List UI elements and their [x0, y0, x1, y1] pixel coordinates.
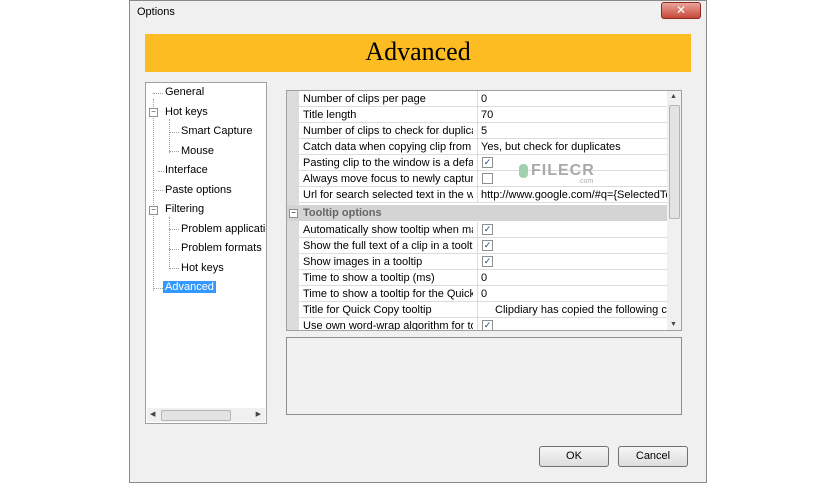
property-checkbox[interactable]: ✓	[482, 320, 493, 330]
property-value[interactable]: 0	[481, 272, 667, 284]
property-checkbox[interactable]: ✓	[482, 256, 493, 267]
property-checkbox[interactable]: ✓	[482, 240, 493, 251]
hot-keys-expander[interactable]: −	[149, 108, 158, 117]
check-icon: ✓	[483, 157, 492, 167]
property-value[interactable]: 70	[481, 109, 667, 121]
options-window: Options ✕ Advanced − − General Hot keys …	[129, 0, 707, 483]
property-row[interactable]: Title length 70	[299, 107, 668, 123]
close-icon: ✕	[675, 3, 687, 17]
tree-horizontal-scrollbar[interactable]: ◀ ▶	[147, 408, 265, 422]
tree-item-interface[interactable]: Interface	[165, 164, 208, 176]
filtering-expander[interactable]: −	[149, 206, 158, 215]
scroll-down-icon[interactable]: ▼	[670, 321, 677, 328]
property-row[interactable]: Show images in a tooltip ✓	[299, 254, 668, 270]
tree-item-problem-applications[interactable]: Problem applications	[181, 223, 266, 235]
tree-item-advanced[interactable]: Advanced	[163, 281, 216, 293]
cancel-button[interactable]: Cancel	[618, 446, 688, 467]
property-checkbox[interactable]: ✓	[482, 224, 493, 235]
property-row[interactable]: Title for Quick Copy tooltip Clipdiary h…	[299, 302, 678, 318]
property-row[interactable]: Always move focus to newly captured clip	[299, 171, 668, 187]
tree-item-mouse[interactable]: Mouse	[181, 145, 214, 157]
property-value[interactable]: http://www.google.com/#q={SelectedText}	[481, 189, 667, 201]
ok-button[interactable]: OK	[539, 446, 609, 467]
window-title: Options	[137, 6, 175, 18]
property-row[interactable]: Pasting clip to the window is a default …	[299, 155, 668, 171]
property-row[interactable]: Automatically show tooltip when main win…	[299, 222, 668, 238]
tree-item-problem-formats[interactable]: Problem formats	[181, 242, 262, 254]
tree-item-filter-hot-keys[interactable]: Hot keys	[181, 262, 224, 274]
tree-item-general[interactable]: General	[165, 86, 204, 98]
grid-scroll-thumb[interactable]	[669, 105, 680, 219]
scroll-right-icon[interactable]: ▶	[256, 410, 261, 418]
property-row[interactable]: Show the full text of a clip in a toolti…	[299, 238, 668, 254]
watermark: FILECR .com	[519, 158, 599, 188]
property-grid[interactable]: Number of clips per page 0 Title length …	[286, 90, 682, 331]
grid-vertical-scrollbar[interactable]: ▲ ▼	[667, 91, 681, 330]
category-tooltip-options[interactable]: − Tooltip options	[287, 205, 668, 221]
tree-scroll-thumb[interactable]	[161, 410, 231, 421]
property-row[interactable]: Number of clips to check for duplicate 5	[299, 123, 668, 139]
check-icon: ✓	[483, 256, 492, 266]
property-value[interactable]: Clipdiary has copied the following clip	[495, 304, 681, 316]
tree-item-smart-capture[interactable]: Smart Capture	[181, 125, 253, 137]
property-value[interactable]: 5	[481, 125, 667, 137]
scroll-up-icon[interactable]: ▲	[670, 93, 677, 100]
check-icon: ✓	[483, 240, 492, 250]
category-label: Tooltip options	[303, 207, 382, 219]
close-button[interactable]: ✕	[661, 2, 701, 19]
property-row[interactable]: Catch data when copying clip from Clipdi…	[299, 139, 668, 155]
property-value[interactable]: 0	[481, 288, 667, 300]
watermark-suffix: .com	[578, 178, 594, 185]
scroll-left-icon[interactable]: ◀	[150, 410, 155, 418]
property-row[interactable]: Number of clips per page 0	[299, 91, 668, 107]
tree-item-hot-keys[interactable]: Hot keys	[165, 106, 208, 118]
property-row[interactable]: Time to show a tooltip (ms) 0	[299, 270, 668, 286]
tree-item-paste-options[interactable]: Paste options	[165, 184, 232, 196]
tree-item-filtering[interactable]: Filtering	[165, 203, 204, 215]
watermark-logo-icon	[519, 164, 528, 178]
section-banner: Advanced	[145, 34, 691, 72]
property-value[interactable]: 0	[481, 93, 667, 105]
property-checkbox[interactable]: ✓	[482, 157, 493, 168]
collapse-icon[interactable]: −	[289, 209, 298, 218]
section-title: Advanced	[365, 37, 471, 66]
check-icon: ✓	[483, 320, 492, 330]
property-checkbox[interactable]	[482, 173, 493, 184]
check-icon: ✓	[483, 224, 492, 234]
property-row[interactable]: Time to show a tooltip for the Quick Cop…	[299, 286, 668, 302]
property-row[interactable]: Use own word-wrap algorithm for tooltips…	[299, 318, 668, 330]
description-panel	[286, 337, 682, 415]
property-row[interactable]: Url for search selected text in the web …	[299, 187, 668, 203]
property-value[interactable]: Yes, but check for duplicates	[481, 141, 667, 153]
title-bar[interactable]: Options ✕	[130, 1, 706, 25]
category-tree[interactable]: − − General Hot keys Smart Capture Mouse…	[145, 82, 267, 424]
